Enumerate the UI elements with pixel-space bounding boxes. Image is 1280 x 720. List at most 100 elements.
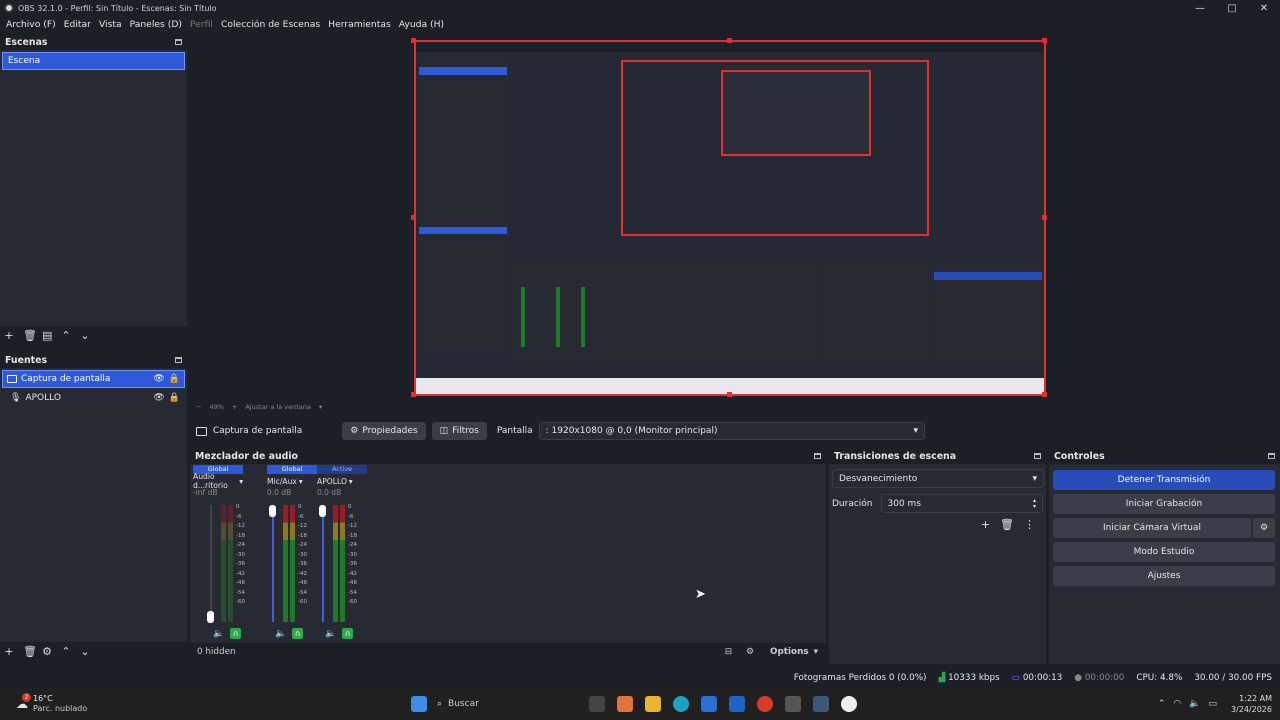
properties-button[interactable]: ⚙ Propiedades [342, 422, 426, 440]
channel-name[interactable]: Mic/Aux ▾ [267, 474, 317, 488]
filter-icon[interactable]: ▤ [42, 329, 52, 342]
bitrate: ▟ 10333 kbps [938, 673, 1000, 683]
headphones-icon[interactable]: ∩ [230, 628, 242, 639]
trash-icon[interactable]: 🗑 [23, 329, 37, 342]
taskbar-search[interactable]: ⌕ Buscar [433, 699, 583, 709]
minimize-button[interactable]: — [1184, 3, 1216, 14]
layout-icon[interactable]: ⊟ [725, 647, 732, 657]
sources-toolbar: + 🗑 ⚙ ⌃ ⌄ [0, 642, 187, 660]
move-down-icon[interactable]: ⌄ [80, 329, 90, 342]
chevron-up-icon[interactable]: ⌃ [1158, 699, 1166, 709]
windows-start-icon[interactable] [411, 696, 427, 712]
settings-button[interactable]: Ajustes [1053, 566, 1275, 586]
eye-icon[interactable]: 👁 [153, 393, 164, 403]
chevron-down-icon[interactable]: ▾ [319, 403, 322, 411]
source-item[interactable]: Captura de pantalla 👁 🔒 [2, 370, 185, 388]
edge-icon[interactable] [673, 696, 689, 712]
transition-select[interactable]: Desvanecimiento ▾ [832, 469, 1044, 488]
menu-vista[interactable]: Vista [95, 19, 126, 30]
preview-source-capture[interactable] [414, 40, 1046, 396]
stop-stream-button[interactable]: Detener Transmisión [1053, 470, 1275, 490]
start-recording-button[interactable]: Iniciar Grabación [1053, 494, 1275, 514]
virtual-camera-settings-button[interactable]: ⚙ [1253, 518, 1275, 538]
obs-taskbar-icon[interactable] [841, 696, 857, 712]
menu-archivo[interactable]: Archivo (F) [2, 19, 60, 30]
eye-icon[interactable]: 👁 [153, 371, 164, 387]
lock-icon[interactable]: 🔒 [169, 371, 180, 387]
chevron-down-icon[interactable]: ▾ [814, 647, 818, 657]
source-toolbar: Captura de pantalla ⚙ Propiedades ◫ Filtro… [190, 420, 925, 442]
move-up-icon[interactable]: ⌃ [61, 329, 71, 342]
close-button[interactable]: ✕ [1248, 3, 1280, 14]
volume-knob[interactable] [207, 611, 214, 623]
filter-icon: ◫ [439, 426, 449, 436]
meter-scale: 0 -6 -12 -18 -24 -30 -36 -42 -48 -54 -60 [348, 504, 357, 605]
store-icon[interactable] [701, 696, 717, 712]
volume-slider[interactable] [272, 505, 274, 622]
lock-icon[interactable]: 🔒 [169, 393, 180, 403]
add-icon[interactable]: + [4, 645, 14, 658]
weather-widget[interactable]: ☁ 2 16°C Parc. nublado [0, 693, 200, 714]
duration-spinbox[interactable]: 300 ms ▴ ▾ [880, 494, 1043, 513]
more-icon[interactable]: ⋮ [1024, 518, 1035, 531]
channel-name[interactable]: APOLLO ▾ [317, 474, 367, 488]
menu-coleccion-escenas[interactable]: Colección de Escenas [217, 19, 324, 30]
chrome-icon[interactable] [757, 696, 773, 712]
display-select[interactable]: : 1920x1080 @ 0,0 (Monitor principal) ▾ [538, 422, 925, 440]
menu-perfil[interactable]: Perfil [186, 19, 217, 30]
undock-icon[interactable] [1034, 453, 1041, 459]
speaker-icon[interactable]: 🔈 [213, 629, 224, 639]
scene-item[interactable]: Escena [2, 52, 185, 70]
app-icon[interactable] [813, 696, 829, 712]
menu-paneles[interactable]: Paneles (D) [126, 19, 186, 30]
copilot-icon[interactable] [617, 696, 633, 712]
battery-icon[interactable]: ▭ [1208, 699, 1217, 709]
volume-icon[interactable]: 🔈 [1189, 699, 1200, 709]
menu-editar[interactable]: Editar [60, 19, 95, 30]
headphones-icon[interactable]: ∩ [342, 628, 354, 639]
volume-slider[interactable] [210, 505, 212, 622]
mouse-cursor-icon: ➤ [695, 587, 706, 602]
level-meter [333, 505, 338, 622]
outlook-icon[interactable] [729, 696, 745, 712]
trash-icon[interactable]: 🗑 [23, 645, 37, 658]
channel-name[interactable]: Audio d...ritorio ▾ [193, 472, 243, 490]
meter-scale: 0 -6 -12 -18 -24 -30 -36 -42 -48 -54 -60 [298, 504, 307, 605]
app-icon[interactable] [785, 696, 801, 712]
maximize-button[interactable]: □ [1216, 3, 1248, 14]
undock-icon[interactable] [175, 39, 182, 45]
menu-herramientas[interactable]: Herramientas [324, 19, 395, 30]
speaker-icon[interactable]: 🔈 [325, 629, 336, 639]
controls-dock: Controles Detener Transmisión Iniciar Gr… [1049, 448, 1280, 666]
gear-icon[interactable]: ⚙ [42, 645, 52, 658]
undock-icon[interactable] [1268, 453, 1275, 459]
add-icon[interactable]: + [4, 329, 14, 342]
headphones-icon[interactable]: ∩ [292, 628, 304, 639]
zoom-out-button[interactable]: − [196, 403, 201, 411]
trash-icon[interactable]: 🗑 [1000, 518, 1014, 531]
move-up-icon[interactable]: ⌃ [61, 645, 71, 658]
undock-icon[interactable] [175, 357, 182, 363]
undock-icon[interactable] [814, 453, 821, 459]
volume-slider[interactable] [322, 505, 324, 622]
volume-knob[interactable] [269, 505, 276, 517]
filters-button[interactable]: ◫ Filtros [431, 422, 487, 440]
file-explorer-icon[interactable] [645, 696, 661, 712]
studio-mode-button[interactable]: Modo Estudio [1053, 542, 1275, 562]
channel-controls: 🔈 ∩ [213, 628, 242, 639]
menu-ayuda[interactable]: Ayuda (H) [395, 19, 448, 30]
advanced-audio-icon[interactable]: ⚙ [746, 647, 754, 657]
virtual-camera-button[interactable]: Iniciar Cámara Virtual [1053, 518, 1251, 538]
clock[interactable]: 1:22 AM 3/24/2026 [1231, 693, 1272, 715]
speaker-icon[interactable]: 🔈 [275, 629, 286, 639]
source-item[interactable]: 🎙 APOLLO 👁 🔒 [2, 388, 185, 408]
move-down-icon[interactable]: ⌄ [80, 645, 90, 658]
zoom-in-button[interactable]: + [232, 403, 237, 411]
options-button[interactable]: Options [770, 647, 809, 657]
zoom-bar: − 49% + Ajustar a la ventana ▾ [190, 401, 590, 413]
wifi-icon[interactable]: ◠ [1173, 699, 1181, 709]
volume-knob[interactable] [319, 505, 326, 517]
add-icon[interactable]: + [981, 518, 990, 531]
fit-window-button[interactable]: Ajustar a la ventana [245, 403, 311, 411]
task-view-icon[interactable] [589, 696, 605, 712]
